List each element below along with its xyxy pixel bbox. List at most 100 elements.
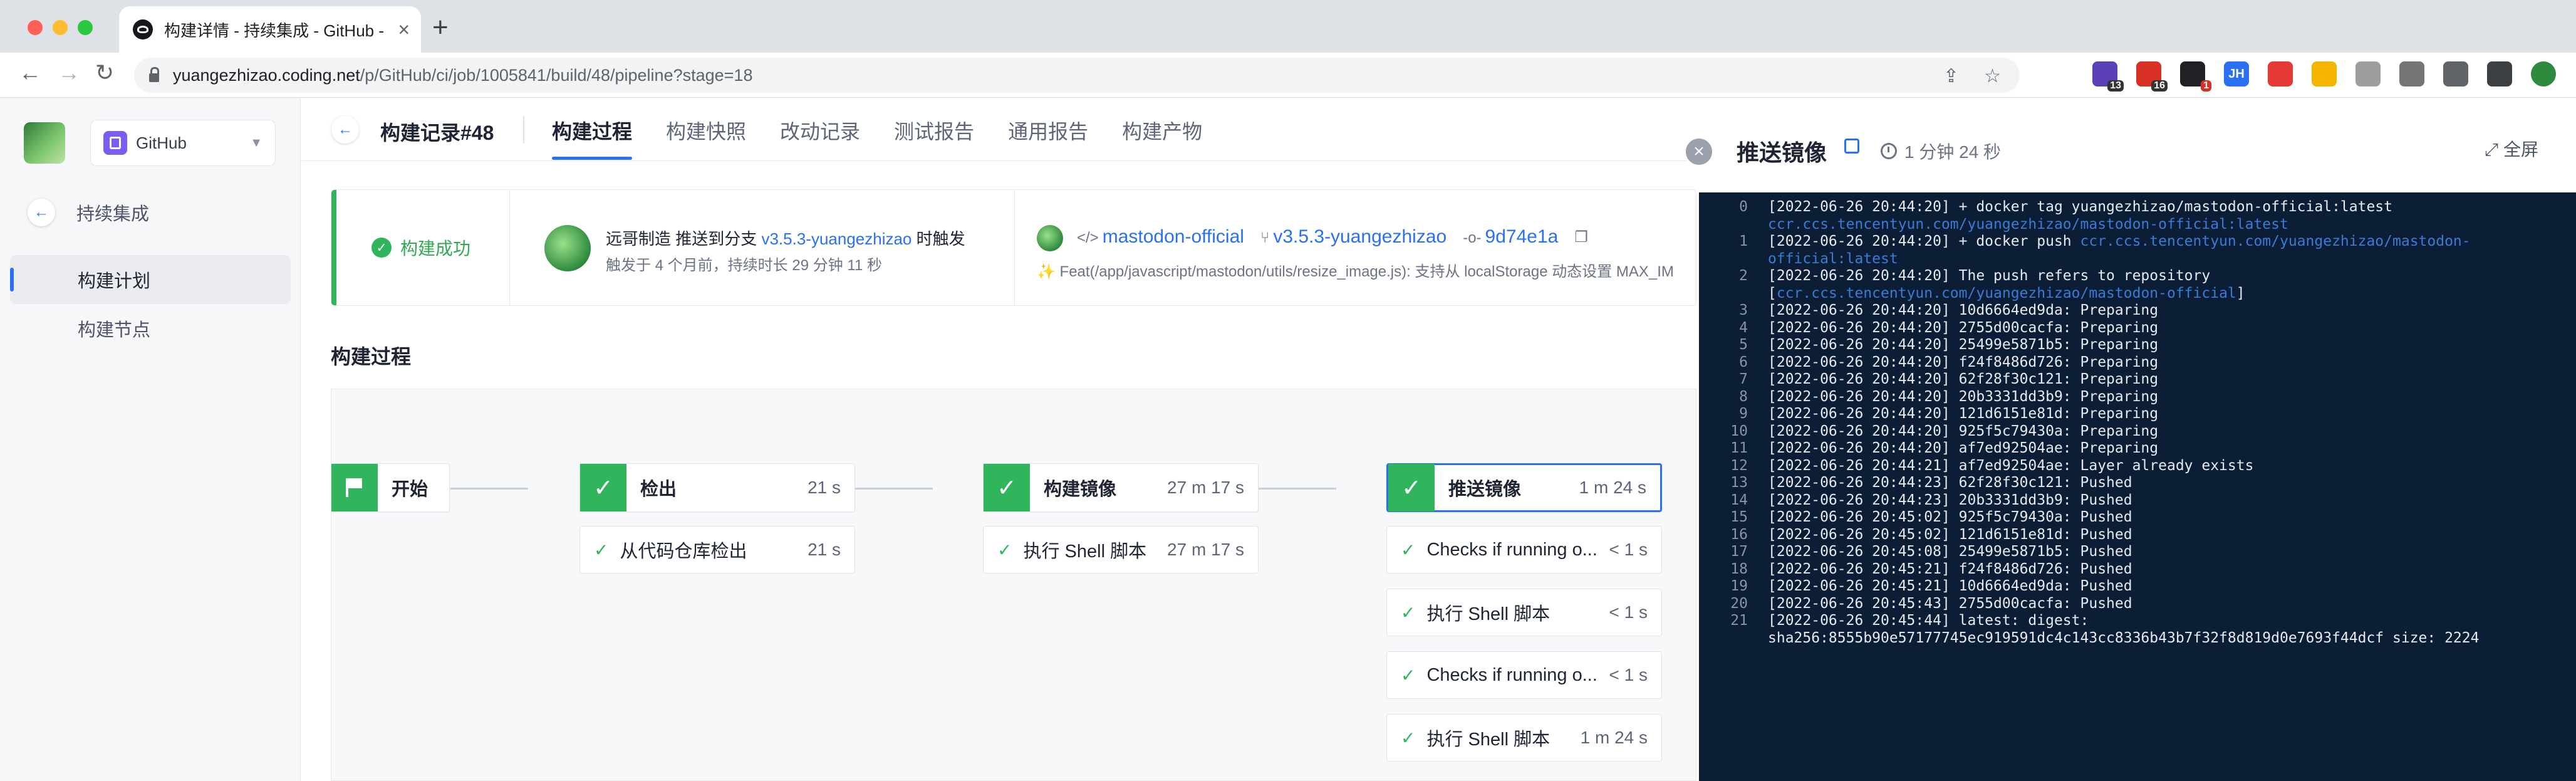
log-line-text: [2022-06-26 20:44:20] The push refers to… bbox=[1768, 268, 2545, 285]
external-link-icon[interactable] bbox=[1844, 139, 1859, 154]
step-item[interactable]: ✓ Checks if running o... < 1 s bbox=[1386, 526, 1662, 574]
log-line-text: [2022-06-26 20:44:23] 62f28f30c121: Push… bbox=[1768, 474, 2545, 492]
status-badge: ✓ 构建成功 bbox=[371, 235, 470, 260]
branch-icon: ⑂ bbox=[1260, 229, 1270, 246]
log-line: 2 [2022-06-26 20:44:20] The push refers t… bbox=[1699, 268, 2576, 285]
log-link[interactable]: ccr.ccs.tencentyun.com/yuangezhizao/mast… bbox=[1777, 285, 2236, 301]
log-line-text: [ccr.ccs.tencentyun.com/yuangezhizao/mas… bbox=[1768, 285, 2545, 303]
sidepanel-icon[interactable] bbox=[2487, 61, 2512, 86]
ext-black-icon[interactable]: 1 bbox=[2180, 61, 2211, 92]
window-zoom-button[interactable] bbox=[78, 20, 93, 35]
tab-changes[interactable]: 改动记录 bbox=[780, 116, 860, 160]
window-minimize-button[interactable] bbox=[53, 20, 68, 35]
puzzle-icon[interactable] bbox=[2443, 61, 2468, 86]
trigger-branch-link[interactable]: v3.5.3-yuangezhizao bbox=[761, 229, 911, 248]
share-icon[interactable]: ⇪ bbox=[1943, 65, 1959, 87]
log-line-text: sha256:8555b90e57177745ec919591dc4c143cc… bbox=[1768, 630, 2545, 647]
project-selector[interactable]: GitHub ▼ bbox=[90, 120, 276, 166]
fullscreen-button[interactable]: ⤢ 全屏 bbox=[2485, 136, 2538, 161]
log-line-text: [2022-06-26 20:44:20] 925f5c79430a: Prep… bbox=[1768, 423, 2545, 441]
step-name: 执行 Shell 脚本 bbox=[1426, 604, 1550, 624]
tab-close-icon[interactable]: × bbox=[398, 18, 410, 41]
ext-balloon-icon[interactable] bbox=[2268, 61, 2293, 86]
back-to-ci-link[interactable]: ← 持续集成 bbox=[28, 199, 149, 226]
ext-cow-icon[interactable] bbox=[2355, 61, 2381, 86]
log-text-segment: [2022-06-26 20:44:20] 2755d00cacfa: Prep… bbox=[1768, 319, 2159, 336]
section-title: 构建过程 bbox=[331, 345, 412, 368]
log-text-segment: [2022-06-26 20:44:20] + docker tag yuang… bbox=[1768, 199, 2401, 215]
log-line: 13 [2022-06-26 20:44:23] 62f28f30c121: Pu… bbox=[1699, 474, 2576, 492]
log-line-text: [2022-06-26 20:45:02] 925f5c79430a: Push… bbox=[1768, 509, 2545, 527]
repo-link[interactable]: </> mastodon-official bbox=[1077, 226, 1244, 248]
log-text-segment: [2022-06-26 20:44:20] 25499e5871b5: Prep… bbox=[1768, 337, 2159, 353]
tab-general-report[interactable]: 通用报告 bbox=[1008, 116, 1088, 160]
sidebar-item-build-nodes[interactable]: 构建节点 bbox=[10, 304, 291, 353]
step-duration: < 1 s bbox=[1609, 665, 1648, 684]
ext-red-icon[interactable]: 16 bbox=[2136, 61, 2168, 92]
coding-favicon-icon bbox=[133, 19, 153, 39]
browser-tab[interactable]: 构建详情 - 持续集成 - GitHub - × bbox=[119, 6, 421, 53]
log-line-number: 9 bbox=[1739, 406, 1748, 422]
url-input[interactable]: yuangezhizao.coding.net/p/GitHub/ci/job/… bbox=[134, 58, 2020, 93]
step-item[interactable]: ✓ 执行 Shell 脚本 < 1 s bbox=[1386, 589, 1662, 636]
log-line-text: [2022-06-26 20:45:44] latest: digest: bbox=[1768, 612, 2545, 630]
pipeline-canvas[interactable]: 开始 ✓ 检出 21 s ✓ 从代码仓库检出 21 s ✓ 构建镜像 27 m … bbox=[331, 389, 1696, 781]
ext-grey-icon[interactable] bbox=[2399, 61, 2424, 86]
back-button[interactable]: ← bbox=[331, 116, 359, 144]
step-item[interactable]: ✓ Checks if running o... < 1 s bbox=[1386, 651, 1662, 699]
forward-arrow-icon[interactable]: → bbox=[58, 61, 80, 84]
tab-test-report[interactable]: 测试报告 bbox=[894, 116, 974, 160]
log-text-segment: [2022-06-26 20:45:21] 10d6664ed9da: Push… bbox=[1768, 578, 2132, 594]
log-line-number: 6 bbox=[1739, 354, 1748, 370]
log-link[interactable]: ccr.ccs.tencentyun.com/yuangezhizao/mast… bbox=[1768, 216, 2288, 233]
sidebar-item-build-plans[interactable]: 构建计划 bbox=[10, 255, 291, 304]
reload-icon[interactable]: ↻ bbox=[95, 61, 114, 84]
check-icon: ✓ bbox=[1401, 602, 1416, 622]
log-line: 20 [2022-06-26 20:45:43] 2755d00cacfa: Pu… bbox=[1699, 595, 2576, 613]
log-line-text: [2022-06-26 20:45:02] 121d6151e81d: Push… bbox=[1768, 527, 2545, 544]
back-arrow-icon: ← bbox=[28, 199, 55, 226]
step-item[interactable]: ✓ 执行 Shell 脚本 1 m 24 s bbox=[1386, 714, 1662, 762]
log-panel-title: 推送镜像 bbox=[1737, 140, 1827, 165]
log-line-number: 19 bbox=[1730, 578, 1748, 594]
log-output[interactable]: 0 [2022-06-26 20:44:20] + docker tag yuan… bbox=[1699, 192, 2576, 781]
commit-link[interactable]: -o- 9d74e1a bbox=[1463, 226, 1558, 248]
log-line-text: [2022-06-26 20:44:20] 62f28f30c121: Prep… bbox=[1768, 371, 2545, 389]
log-line-text: [2022-06-26 20:45:21] 10d6664ed9da: Push… bbox=[1768, 578, 2545, 595]
tab-artifacts[interactable]: 构建产物 bbox=[1122, 116, 1202, 160]
back-arrow-icon[interactable]: ← bbox=[19, 61, 41, 84]
stage-start[interactable]: 开始 bbox=[331, 463, 450, 512]
log-link[interactable]: ccr.ccs.tencentyun.com/yuangezhizao/mast… bbox=[2080, 233, 2471, 249]
log-link[interactable]: official:latest bbox=[1768, 251, 1898, 267]
window-close-button[interactable] bbox=[28, 20, 43, 35]
step-name: Checks if running o... bbox=[1426, 664, 1597, 685]
log-line: 7 [2022-06-26 20:44:20] 62f28f30c121: Pre… bbox=[1699, 371, 2576, 389]
stage-push-image[interactable]: ✓ 推送镜像 1 m 24 s bbox=[1386, 463, 1662, 512]
tab-build-snapshot[interactable]: 构建快照 bbox=[666, 116, 746, 160]
stage-build-image[interactable]: ✓ 构建镜像 27 m 17 s bbox=[983, 463, 1259, 512]
log-line-number: 12 bbox=[1730, 457, 1748, 474]
stage-name: 推送镜像 bbox=[1448, 480, 1522, 500]
step-item[interactable]: ✓ 从代码仓库检出 21 s bbox=[579, 526, 855, 574]
pipeline-edge bbox=[855, 488, 933, 490]
ext-graduation-icon[interactable]: 13 bbox=[2092, 61, 2124, 92]
ext-jh-icon[interactable]: JH bbox=[2224, 61, 2249, 86]
copy-icon[interactable]: ❐ bbox=[1574, 228, 1588, 246]
branch-link[interactable]: ⑂ v3.5.3-yuangezhizao bbox=[1260, 226, 1446, 248]
branch-name: v3.5.3-yuangezhizao bbox=[1273, 226, 1447, 247]
project-avatar[interactable] bbox=[24, 122, 65, 164]
close-panel-button[interactable]: × bbox=[1684, 137, 1714, 167]
bookmark-star-icon[interactable]: ☆ bbox=[1984, 65, 2001, 87]
log-text-segment: [2022-06-26 20:45:02] 121d6151e81d: Push… bbox=[1768, 526, 2132, 543]
extension-toolbar: 13 16 1 JH bbox=[2092, 61, 2556, 92]
status-text: 构建成功 bbox=[400, 239, 471, 258]
repo-name: mastodon-official bbox=[1102, 226, 1244, 247]
profile-avatar[interactable] bbox=[2531, 61, 2556, 86]
tab-build-process[interactable]: 构建过程 bbox=[552, 116, 633, 160]
log-line-number bbox=[1699, 630, 1768, 647]
extension-badge: 16 bbox=[2151, 80, 2168, 92]
step-item[interactable]: ✓ 执行 Shell 脚本 27 m 17 s bbox=[983, 526, 1259, 574]
stage-checkout[interactable]: ✓ 检出 21 s bbox=[579, 463, 855, 512]
new-tab-button[interactable]: + bbox=[432, 14, 449, 41]
ext-face-icon[interactable] bbox=[2312, 61, 2337, 86]
